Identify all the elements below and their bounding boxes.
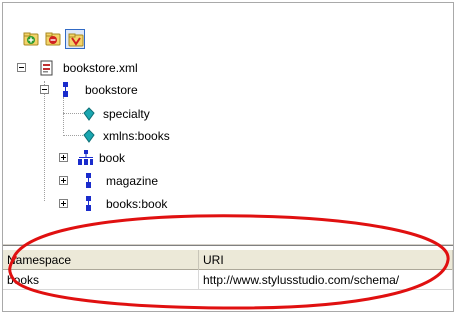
attribute-icon (83, 107, 95, 121)
column-header-namespace[interactable]: Namespace (3, 250, 199, 270)
tree-connector (44, 81, 45, 201)
attribute-icon (83, 129, 95, 143)
tree-connector (63, 135, 83, 136)
tree-node-book[interactable]: book (59, 149, 359, 167)
filter-namespace-icon (68, 33, 84, 47)
filter-namespace-button[interactable] (65, 29, 85, 49)
namespace-panel: bookstore.xml bookstore specialty xmlns: (2, 2, 454, 312)
tree-node-label: xmlns:books (103, 129, 170, 143)
add-namespace-icon (23, 32, 39, 46)
tree-node-bookstore[interactable]: bookstore (40, 81, 440, 99)
tree-node-label: specialty (103, 107, 150, 121)
element-icon (63, 82, 68, 97)
expand-toggle[interactable] (59, 176, 68, 185)
grid-header: Namespace URI (3, 250, 453, 270)
tree-node-label: books:book (106, 197, 168, 211)
tree-node-label: book (99, 151, 126, 165)
uri-cell[interactable]: http://www.stylusstudio.com/schema/ (199, 270, 453, 290)
column-header-uri[interactable]: URI (199, 250, 453, 270)
expand-toggle[interactable] (59, 153, 68, 162)
collapse-toggle[interactable] (17, 63, 26, 72)
element-icon (86, 196, 91, 211)
xml-document-icon (40, 60, 53, 76)
element-icon (86, 173, 91, 188)
tree-node-root[interactable]: bookstore.xml (17, 59, 437, 77)
tree-node-specialty[interactable]: specialty (81, 105, 381, 123)
tree-node-label: magazine (106, 174, 159, 188)
expand-toggle[interactable] (59, 199, 68, 208)
table-row[interactable]: books http://www.stylusstudio.com/schema… (3, 270, 453, 290)
namespace-cell[interactable]: books (3, 270, 199, 290)
pane-splitter[interactable] (3, 243, 453, 246)
add-namespace-button[interactable] (21, 29, 41, 49)
tree-node-magazine[interactable]: magazine (59, 172, 359, 190)
tree-node-label: bookstore.xml (63, 61, 138, 75)
tree-connector (63, 97, 64, 133)
tree-node-label: bookstore (85, 83, 138, 97)
remove-namespace-icon (45, 32, 61, 46)
element-group-icon (78, 150, 93, 165)
tree-node-xmlns-books[interactable]: xmlns:books (81, 127, 381, 145)
tree-connector (63, 113, 83, 114)
tree-node-books-book[interactable]: books:book (59, 195, 359, 213)
collapse-toggle[interactable] (40, 85, 49, 94)
remove-namespace-button[interactable] (43, 29, 63, 49)
